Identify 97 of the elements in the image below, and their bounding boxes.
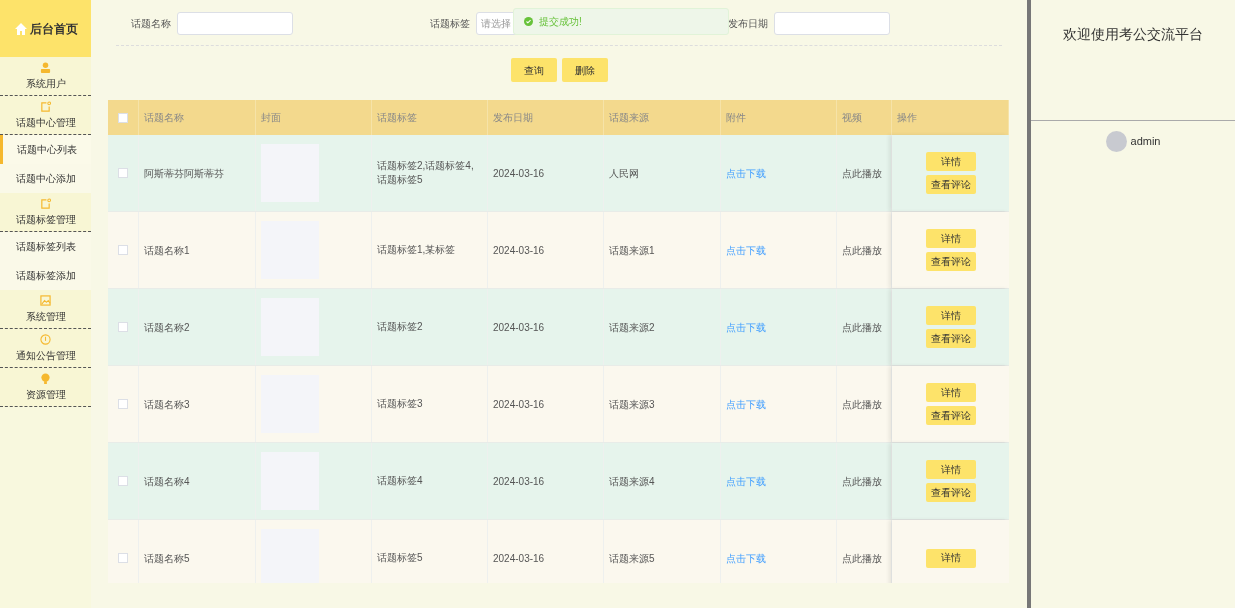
toast-message: 提交成功! — [539, 15, 582, 29]
table-cell: 话题标签4 — [377, 474, 423, 488]
action-button[interactable]: 查询 — [510, 58, 557, 82]
play-link[interactable]: 点此播放 — [842, 550, 882, 566]
checkbox[interactable] — [118, 553, 128, 563]
checkbox[interactable] — [118, 168, 128, 178]
filter-label: 话题标签 — [430, 17, 470, 31]
menu-group[interactable]: 话题标签管理 — [0, 193, 91, 232]
table-cell-text: 话题来源3 — [609, 397, 655, 412]
table-cell-text: 2024-03-16 — [493, 551, 545, 566]
column-header: 发布日期 — [493, 111, 533, 125]
table-cell-text: 2024-03-16 — [493, 166, 545, 181]
table-cell-text: 话题名称1 — [144, 243, 190, 258]
menu-group[interactable]: 资源管理 — [0, 368, 91, 407]
row-action-button[interactable]: 查看评论 — [925, 483, 976, 502]
table-cell: 话题标签5 — [377, 551, 423, 565]
avatar-icon — [1105, 131, 1127, 152]
filter-label: 发布日期 — [728, 17, 768, 31]
play-link[interactable]: 点此播放 — [842, 319, 882, 335]
text-field[interactable] — [774, 12, 890, 35]
menu-label: 话题标签添加 — [15, 269, 76, 283]
column-header: 操作 — [897, 111, 917, 125]
table-cell-text: 话题名称2 — [144, 320, 190, 335]
table-cell: 话题标签1,某标签 — [377, 243, 456, 257]
user-icon — [40, 61, 51, 73]
column-header: 话题来源 — [609, 111, 649, 125]
column-header: 话题标签 — [377, 111, 417, 125]
menu-label: 话题中心添加 — [15, 172, 76, 186]
table-cell-text: 话题标签2,话题标签4,话题标签5 — [377, 159, 475, 187]
checkbox[interactable] — [118, 322, 128, 332]
table-cell-text: 话题来源1 — [609, 243, 655, 258]
column-header: 话题名称 — [144, 111, 184, 125]
checkbox[interactable] — [118, 112, 128, 123]
table-cell-text: 2024-03-16 — [493, 243, 545, 258]
play-link[interactable]: 点此播放 — [842, 242, 882, 258]
row-action-button[interactable]: 详情 — [925, 460, 976, 479]
filter-label: 话题名称 — [131, 17, 171, 31]
checkbox[interactable] — [118, 399, 128, 409]
scrollbar[interactable] — [1027, 0, 1031, 608]
table-cell-text: 2024-03-16 — [493, 397, 545, 412]
menu-label: 通知公告管理 — [15, 348, 76, 363]
menu-label: 系统用户 — [25, 76, 66, 91]
table-cell-text: 话题名称3 — [144, 397, 190, 412]
menu-label: 话题中心管理 — [15, 115, 76, 130]
image-icon — [40, 294, 51, 306]
edit-square-icon — [40, 100, 51, 112]
menu-label: 话题标签列表 — [15, 240, 76, 254]
column-header: 附件 — [726, 111, 746, 125]
column-header: 封面 — [261, 111, 281, 125]
menu-label: 话题中心列表 — [17, 143, 77, 157]
info-icon — [40, 333, 51, 345]
row-action-button[interactable]: 详情 — [925, 306, 976, 325]
checkbox[interactable] — [118, 245, 128, 255]
edit-square-icon — [40, 197, 51, 209]
checkbox[interactable] — [118, 476, 128, 486]
play-link[interactable]: 点此播放 — [842, 473, 882, 489]
table-cell-text: 人民网 — [609, 166, 639, 181]
row-action-button[interactable]: 查看评论 — [925, 175, 976, 194]
menu-item[interactable]: 话题标签添加 — [0, 261, 91, 290]
row-action-button[interactable]: 详情 — [925, 229, 976, 248]
menu-group[interactable]: 通知公告管理 — [0, 329, 91, 368]
menu-group[interactable]: 话题中心管理 — [0, 96, 91, 135]
row-action-button[interactable]: 详情 — [925, 548, 976, 568]
welcome-title: 欢迎使用考公交流平台 — [1063, 25, 1203, 44]
bulb-icon — [40, 372, 51, 384]
menu-label: 话题标签管理 — [15, 212, 76, 227]
menu-group[interactable]: 系统管理 — [0, 290, 91, 329]
play-link[interactable]: 点此播放 — [842, 165, 882, 181]
row-action-button[interactable]: 查看评论 — [925, 329, 976, 348]
table-cell-text: 话题名称5 — [144, 551, 190, 566]
home-icon — [13, 21, 28, 36]
table-cell-text: 话题名称4 — [144, 474, 190, 489]
table-cell-text: 2024-03-16 — [493, 320, 545, 335]
action-button[interactable]: 删除 — [561, 58, 608, 82]
row-action-button[interactable]: 详情 — [925, 383, 976, 402]
table-cell-text: 2024-03-16 — [493, 474, 545, 489]
table-cell-text: 话题来源5 — [609, 551, 655, 566]
table-cell: 话题标签2 — [377, 320, 423, 334]
menu-item[interactable]: 话题中心列表 — [0, 135, 91, 164]
table-cell-text: 阿斯蒂芬阿斯蒂芬 — [144, 166, 224, 181]
username[interactable]: admin — [1130, 133, 1161, 150]
row-action-button[interactable]: 详情 — [925, 152, 976, 171]
brand-title[interactable]: 后台首页 — [29, 19, 78, 38]
menu-label: 资源管理 — [25, 387, 66, 402]
menu-label: 系统管理 — [25, 309, 66, 324]
check-circle-icon — [524, 17, 533, 26]
text-field[interactable] — [177, 12, 293, 35]
table-cell-text: 话题来源4 — [609, 474, 655, 489]
row-action-button[interactable]: 查看评论 — [925, 406, 976, 425]
table-cell-text: 话题来源2 — [609, 320, 655, 335]
menu-item[interactable]: 话题标签列表 — [0, 232, 91, 261]
column-header: 视频 — [842, 111, 862, 125]
menu-group[interactable]: 系统用户 — [0, 57, 91, 96]
play-link[interactable]: 点此播放 — [842, 396, 882, 412]
menu-item[interactable]: 话题中心添加 — [0, 164, 91, 193]
row-action-button[interactable]: 查看评论 — [925, 252, 976, 271]
table-cell: 话题标签3 — [377, 397, 423, 411]
